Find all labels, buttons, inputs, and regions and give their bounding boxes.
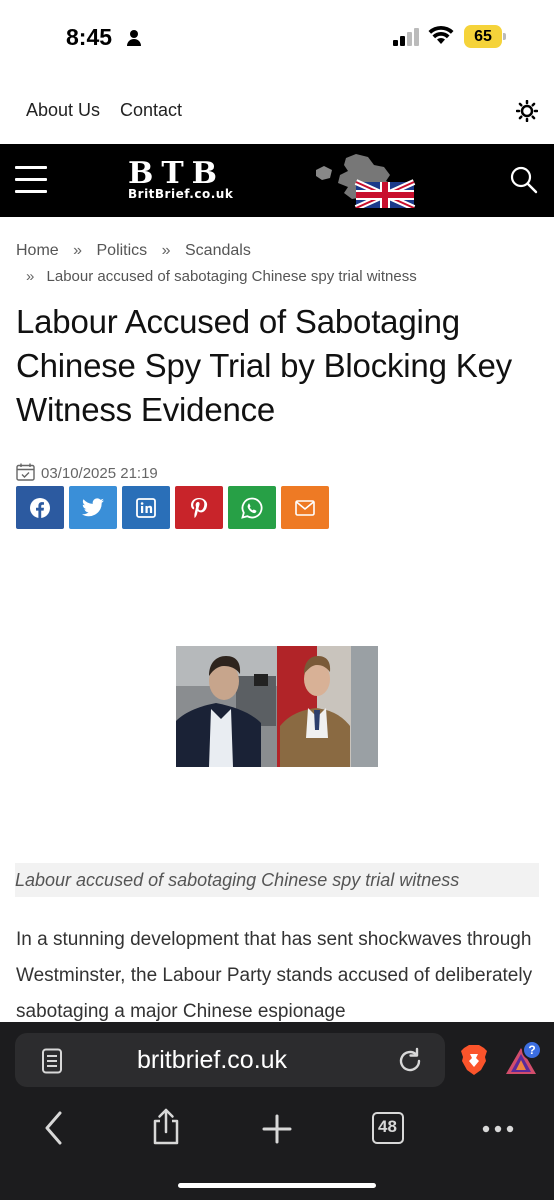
image-caption: Labour accused of sabotaging Chinese spy… [15, 863, 539, 897]
back-arrow-icon[interactable] [42, 1110, 66, 1146]
top-links-bar: About Us Contact [0, 74, 554, 144]
envelope-icon [295, 499, 315, 516]
url-text: britbrief.co.uk [137, 1046, 288, 1074]
status-time: 8:45 [66, 24, 113, 50]
twitter-bird-icon [82, 497, 104, 516]
logo-text: BTB [128, 156, 226, 191]
article-date: 03/10/2025 21:19 [16, 463, 158, 482]
reload-icon[interactable] [396, 1047, 424, 1075]
tab-count: 48 [378, 1117, 397, 1136]
home-indicator [178, 1183, 376, 1188]
facebook-icon [30, 497, 50, 518]
breadcrumb-separator: » [26, 268, 35, 285]
theme-toggle-sun-icon[interactable] [516, 100, 538, 122]
email-share-button[interactable] [281, 486, 329, 529]
cellular-signal-icon [393, 28, 419, 46]
article-body: In a stunning development that has sent … [16, 929, 533, 1022]
wifi-icon [428, 25, 454, 44]
battery-level: 65 [464, 25, 502, 48]
article-date-text: 03/10/2025 21:19 [41, 465, 158, 482]
breadcrumb-politics[interactable]: Politics [97, 242, 148, 259]
breadcrumb-separator: » [161, 242, 171, 259]
rewards-badge: ? [522, 1040, 542, 1060]
breadcrumb-home[interactable]: Home [16, 242, 59, 259]
address-bar[interactable]: britbrief.co.uk [15, 1033, 445, 1087]
uk-map-flag-icon [316, 154, 416, 208]
breadcrumb-separator: » [73, 242, 83, 259]
hamburger-menu-icon[interactable] [15, 166, 47, 194]
whatsapp-share-button[interactable] [228, 486, 276, 529]
article-photo-illustration [176, 646, 378, 767]
twitter-share-button[interactable] [69, 486, 117, 529]
brave-shield-icon[interactable] [460, 1044, 488, 1076]
new-tab-plus-icon[interactable] [262, 1114, 292, 1144]
pinterest-icon [191, 497, 208, 518]
breadcrumb-scandals[interactable]: Scandals [185, 242, 251, 259]
site-header: BTB BritBrief.co.uk [0, 144, 554, 217]
browser-toolbar: britbrief.co.uk ? 48 [0, 1022, 554, 1200]
linkedin-icon [136, 497, 156, 518]
share-icon[interactable] [150, 1108, 182, 1146]
calendar-icon [16, 463, 35, 481]
breadcrumb: Home » Politics » Scandals » Labour accu… [16, 238, 538, 290]
article-title: Labour Accused of Sabotaging Chinese Spy… [16, 303, 512, 428]
search-icon[interactable] [510, 166, 538, 194]
linkedin-share-button[interactable] [122, 486, 170, 529]
reader-mode-icon[interactable] [41, 1048, 63, 1074]
contact-link[interactable]: Contact [120, 100, 182, 121]
about-us-link[interactable]: About Us [26, 100, 100, 121]
status-bar: 8:45 65 [0, 0, 554, 74]
breadcrumb-current: Labour accused of sabotaging Chinese spy… [46, 268, 417, 285]
site-logo[interactable]: BTB BritBrief.co.uk [126, 152, 436, 212]
pinterest-share-button[interactable] [175, 486, 223, 529]
brave-rewards-button[interactable]: ? [504, 1040, 544, 1078]
more-options-icon[interactable] [482, 1125, 514, 1133]
facebook-share-button[interactable] [16, 486, 64, 529]
person-icon [127, 30, 141, 46]
article-image [176, 646, 378, 767]
tabs-button[interactable]: 48 [372, 1112, 404, 1144]
logo-subtext: BritBrief.co.uk [128, 187, 234, 201]
whatsapp-icon [241, 497, 263, 519]
battery-icon: 65 [464, 25, 506, 48]
